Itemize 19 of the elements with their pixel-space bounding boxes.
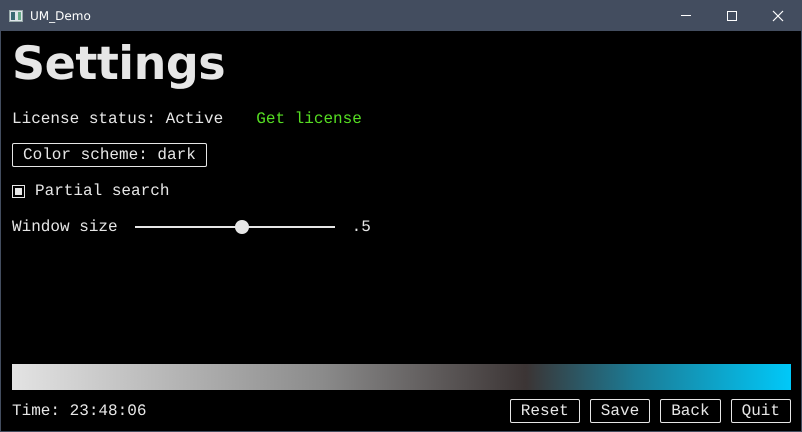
slider-thumb[interactable] [234, 220, 249, 234]
license-status: License status: Active [12, 110, 224, 128]
minimize-icon [681, 15, 691, 16]
maximize-icon [726, 10, 738, 22]
time-label: Time: 23:48:06 [12, 402, 146, 420]
close-icon [772, 10, 784, 22]
partial-search-label: Partial search [35, 182, 170, 200]
partial-search-checkbox[interactable] [12, 184, 25, 198]
footer-button[interactable]: Reset [510, 399, 580, 423]
window-size-label: Window size [12, 218, 118, 236]
app-icon [9, 10, 23, 22]
footer-button[interactable]: Back [660, 399, 721, 423]
settings-heading: Settings [12, 35, 226, 92]
window-title: UM_Demo [30, 8, 91, 22]
color-scheme-button[interactable]: Color scheme: dark [12, 143, 207, 167]
footer-button[interactable]: Quit [730, 399, 791, 423]
get-license-link[interactable]: Get license [256, 110, 362, 128]
window-size-value: .5 [352, 218, 371, 236]
footer-button[interactable]: Save [590, 399, 650, 423]
